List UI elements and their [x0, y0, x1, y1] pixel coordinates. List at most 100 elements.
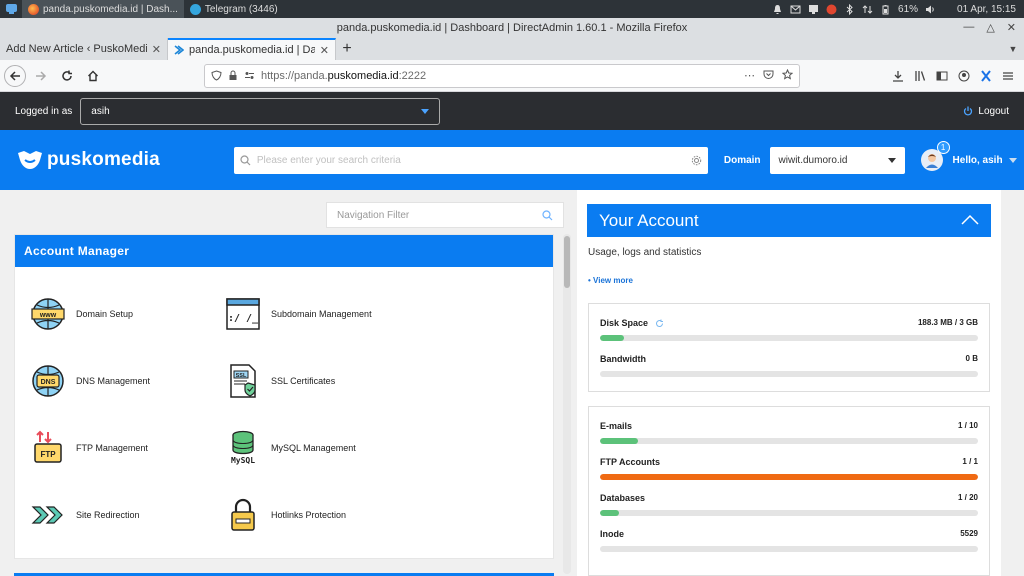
hamburger-menu-icon[interactable] [1002, 70, 1014, 82]
menu-item-hotlinks-protection[interactable]: Hotlinks Protection [224, 496, 346, 534]
url-bar[interactable]: https://panda.puskomedia.id:2222 ⋯ [204, 63, 800, 88]
directadmin-favicon-icon [174, 45, 184, 55]
puskomedia-logo[interactable]: puskomedia [17, 149, 160, 171]
logo-mark-icon [18, 151, 42, 169]
extension-x-icon[interactable] [980, 69, 992, 82]
padlock-icon [224, 496, 262, 534]
window-title-bar: panda.puskomedia.id | Dashboard | Direct… [0, 18, 1024, 38]
download-icon[interactable] [892, 70, 904, 82]
update-icon[interactable] [826, 4, 837, 15]
permissions-icon[interactable] [244, 70, 255, 81]
bluetooth-icon[interactable] [844, 3, 855, 15]
avatar[interactable]: 1 [920, 141, 950, 171]
browser-tab-dashboard[interactable]: panda.puskomedia.id | Dash ✕ [168, 38, 336, 60]
ssl-certificate-icon: SSL [224, 362, 262, 400]
gear-icon[interactable] [691, 155, 702, 166]
login-user-select[interactable]: asih [80, 97, 441, 125]
taskbar-task-firefox[interactable]: panda.puskomedia.id | Dash... [22, 0, 184, 18]
logout-label: Logout [978, 105, 1009, 117]
back-button[interactable] [4, 64, 26, 87]
chevron-up-icon[interactable] [961, 212, 979, 228]
svg-text::/ /_: :/ /_ [228, 313, 259, 324]
navigation-filter[interactable] [326, 202, 564, 228]
url-prefix: https://panda. [261, 69, 328, 82]
search-input[interactable] [256, 154, 685, 166]
stat-value: 188.3 MB / 3 GB [917, 318, 978, 327]
taskbar-task-telegram[interactable]: Telegram (3446) [184, 0, 284, 18]
refresh-icon[interactable] [655, 319, 664, 328]
logout-button[interactable]: Logout [963, 106, 1009, 117]
pocket-icon[interactable] [763, 69, 774, 80]
menu-item-subdomain-management[interactable]: :/ /_ Subdomain Management [224, 295, 372, 333]
account-manager-title: Account Manager [15, 235, 553, 267]
close-tab-icon[interactable]: ✕ [320, 44, 329, 57]
menu-item-ssl-certificates[interactable]: SSL SSL Certificates [224, 362, 335, 400]
clock[interactable]: 01 Apr, 15:15 [957, 4, 1016, 15]
stat-value: 0 B [965, 354, 978, 363]
sidebar-icon[interactable] [936, 70, 948, 82]
menu-item-label: Subdomain Management [271, 309, 372, 319]
account-icon[interactable] [958, 70, 970, 82]
battery-icon[interactable] [880, 4, 891, 15]
tab-list-chevron-icon[interactable]: ▼ [1002, 38, 1024, 60]
your-account-panel: Your Account Usage, logs and statistics … [577, 190, 1001, 576]
notification-badge[interactable]: 1 [936, 141, 950, 154]
menu-item-ftp-management[interactable]: FTP FTP Management [29, 429, 148, 467]
url-text[interactable]: https://panda.puskomedia.id:2222 [261, 70, 738, 82]
home-button[interactable] [82, 65, 104, 87]
bell-icon[interactable] [772, 4, 783, 15]
menu-item-label: SSL Certificates [271, 376, 336, 386]
forward-button[interactable] [30, 65, 52, 87]
menu-item-dns-management[interactable]: DNS DNS Management [29, 362, 150, 400]
stat-inode: Inode 5529 [600, 529, 978, 552]
stat-emails: E-mails 1 / 10 [600, 421, 978, 444]
stat-label: Inode [600, 529, 624, 539]
minimize-icon[interactable]: — [963, 21, 974, 34]
menu-item-label: Hotlinks Protection [271, 510, 347, 520]
close-tab-icon[interactable]: ✕ [152, 43, 161, 56]
bookmark-star-icon[interactable] [782, 69, 793, 80]
monitor-icon[interactable] [808, 4, 819, 15]
stat-value: 1 / 10 [957, 421, 978, 430]
redirect-arrows-icon [29, 496, 67, 534]
stat-label: Databases [600, 493, 646, 503]
domain-select[interactable]: wiwit.dumoro.id [769, 146, 905, 174]
user-menu[interactable]: 1 Hello, asih [920, 141, 1017, 171]
counts-box: E-mails 1 / 10 FTP Accounts 1 / 1 Databa… [588, 406, 990, 576]
mail-icon[interactable] [790, 4, 801, 15]
shield-icon[interactable] [211, 70, 222, 81]
system-tray: 61% 01 Apr, 15:15 [772, 3, 1024, 15]
menu-item-mysql-management[interactable]: MySQL MySQL Management [224, 429, 356, 467]
chevron-down-icon [1008, 157, 1017, 163]
close-window-icon[interactable]: ✕ [1007, 21, 1016, 34]
network-icon[interactable] [862, 4, 873, 15]
stat-disk-space: Disk Space 188.3 MB / 3 GB [600, 318, 978, 341]
new-tab-button[interactable]: + [336, 38, 358, 60]
svg-text:DNS: DNS [41, 379, 56, 386]
svg-text:SSL: SSL [236, 373, 247, 379]
account-manager-panel: Account Manager www Domain Setup :/ /_ S… [14, 234, 554, 559]
scrollbar-thumb[interactable] [564, 236, 570, 288]
firefox-icon [28, 3, 39, 15]
stat-databases: Databases 1 / 20 [600, 493, 978, 516]
progress-bar [600, 438, 978, 444]
browser-tab-strip: Add New Article ‹ PuskoMedia In ✕ panda.… [0, 38, 1024, 60]
volume-icon[interactable] [925, 4, 936, 15]
left-scrollbar[interactable] [563, 234, 571, 574]
menu-item-domain-setup[interactable]: www Domain Setup [29, 295, 133, 333]
page-actions-icon[interactable]: ⋯ [744, 69, 755, 82]
your-account-header[interactable]: Your Account [587, 204, 991, 237]
page-scrollbar[interactable] [1011, 190, 1024, 576]
search-box[interactable] [233, 146, 708, 174]
lock-icon[interactable] [228, 70, 238, 81]
navigation-filter-input[interactable] [337, 209, 542, 221]
app-menu-icon[interactable] [0, 0, 22, 18]
reload-button[interactable] [56, 65, 78, 87]
menu-item-label: Site Redirection [76, 510, 140, 520]
library-icon[interactable] [914, 70, 926, 82]
browser-tab-article[interactable]: Add New Article ‹ PuskoMedia In ✕ [0, 38, 168, 60]
maximize-icon[interactable]: △ [986, 21, 994, 34]
menu-item-site-redirection[interactable]: Site Redirection [29, 496, 140, 534]
user-greeting[interactable]: Hello, asih [953, 155, 1017, 166]
view-more-link[interactable]: • View more [588, 276, 633, 285]
